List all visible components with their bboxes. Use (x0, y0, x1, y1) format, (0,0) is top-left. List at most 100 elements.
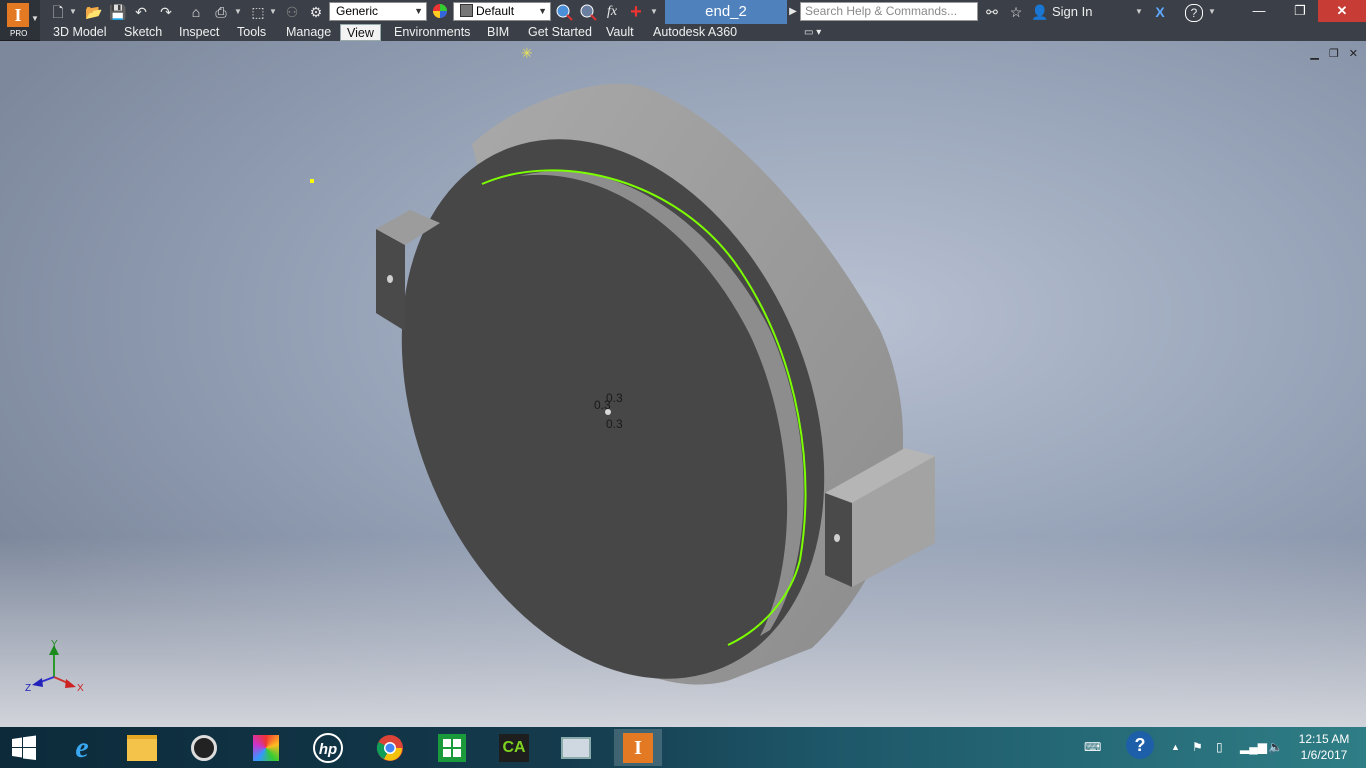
tab-tools[interactable]: Tools (237, 24, 266, 41)
chevron-down-icon[interactable]: ▼ (1134, 3, 1144, 21)
tab-view[interactable]: View (340, 24, 381, 41)
material-dropdown[interactable]: Default ▼ (453, 2, 551, 21)
chevron-down-icon[interactable]: ▼ (268, 3, 278, 21)
ribbon-display-options-icon[interactable]: ▭ ▾ (804, 24, 821, 41)
clock-date: 1/6/2017 (1300, 748, 1348, 762)
right-lug-hole[interactable] (834, 534, 840, 542)
ribbon-tab-bar: 3D Model Sketch Inspect Tools Manage Vie… (40, 24, 1366, 41)
left-lug-hole[interactable] (387, 275, 393, 283)
taskbar-camtasia[interactable]: CA (490, 729, 538, 766)
folder-icon (127, 734, 157, 761)
taskbar-file-explorer[interactable] (118, 729, 166, 766)
chevron-down-icon: ▼ (414, 6, 423, 16)
chevron-down-icon: ▼ (538, 6, 547, 16)
axis-triad: Y X Z (25, 639, 84, 694)
select-icon[interactable]: ⬚ (248, 3, 268, 21)
taskbar-internet-explorer[interactable]: e (58, 729, 106, 766)
open-folder-icon[interactable]: 📂 (84, 3, 104, 21)
taskbar-puzzle-app[interactable] (242, 729, 290, 766)
taskbar-webcam[interactable] (180, 729, 228, 766)
tab-bim[interactable]: BIM (487, 24, 509, 41)
chevron-down-icon: ▼ (31, 14, 39, 23)
battery-icon[interactable]: ▯ (1216, 727, 1223, 768)
action-center-flag-icon[interactable]: ⚑ (1192, 727, 1203, 768)
volume-icon[interactable]: 🔈 (1268, 727, 1283, 768)
save-icon[interactable]: 💾 (108, 3, 128, 21)
puzzle-icon (253, 734, 279, 761)
application-menu-button[interactable]: I PRO ▼ (0, 0, 40, 40)
windows-taskbar: e hp CA I ⌨ ? ▲ ⚑ ▯ ▂▄▆ 🔈 12:15 AM 1/6/2… (0, 727, 1366, 768)
z-axis-label: Z (25, 683, 31, 694)
windows-logo-icon (12, 735, 36, 760)
network-signal-icon[interactable]: ▂▄▆ (1240, 727, 1267, 768)
system-clock[interactable]: 12:15 AM 1/6/2017 (1294, 731, 1354, 763)
close-window-icon[interactable]: ✕ (1318, 0, 1366, 22)
new-file-icon[interactable]: 🗋 (48, 3, 68, 21)
clear-appearance-icon[interactable] (578, 3, 598, 21)
x-axis-label: X (77, 683, 84, 694)
center-point-marker (605, 409, 611, 415)
project-icon[interactable]: ⚇ (282, 3, 302, 21)
taskbar-hp[interactable]: hp (304, 729, 352, 766)
crosshair-cursor-icon: ✳ (521, 45, 533, 61)
taskbar-store[interactable] (428, 729, 476, 766)
help-tray-icon[interactable]: ? (1126, 727, 1154, 768)
inventor-icon: I (623, 732, 653, 763)
chevron-down-icon[interactable]: ▼ (233, 3, 243, 21)
chevron-down-icon[interactable]: ▼ (1207, 3, 1217, 21)
taskbar-chrome[interactable] (366, 729, 414, 766)
camtasia-icon: CA (499, 733, 529, 762)
y-axis-label: Y (51, 639, 58, 650)
search-binoculars-icon[interactable]: ⚯ (982, 3, 1002, 21)
tab-get-started[interactable]: Get Started (528, 24, 592, 41)
restore-window-icon[interactable]: ❐ (1282, 0, 1318, 22)
touch-keyboard-icon[interactable]: ⌨ (1084, 727, 1101, 768)
edition-label: PRO (10, 29, 28, 38)
minimize-window-icon[interactable]: — (1240, 0, 1278, 22)
print-icon[interactable]: ⎙ (211, 3, 231, 21)
start-button[interactable] (0, 729, 48, 766)
inventor-logo-icon: I (7, 3, 29, 27)
color-wheel-icon[interactable] (430, 3, 450, 21)
tab-environments[interactable]: Environments (394, 24, 470, 41)
taskbar-inventor[interactable]: I (614, 729, 662, 766)
home-icon[interactable]: ⌂ (186, 3, 206, 21)
graphics-viewport[interactable]: ▁ ❐ ✕ ✳ 0.3 0.3 0.3 Y X Z (0, 41, 1366, 727)
document-title: end_2 (665, 0, 787, 24)
tab-3d-model[interactable]: 3D Model (53, 24, 107, 41)
favorites-star-icon[interactable]: ☆ (1006, 3, 1026, 21)
user-icon[interactable]: 👤 (1030, 3, 1050, 21)
tab-sketch[interactable]: Sketch (124, 24, 162, 41)
webcam-icon (191, 734, 217, 761)
adjust-appearance-icon[interactable] (554, 3, 574, 21)
search-input[interactable]: Search Help & Commands... (800, 2, 978, 21)
chevron-right-icon[interactable]: ▶ (787, 3, 799, 21)
material-swatch-icon (460, 4, 473, 17)
3d-model-render[interactable]: 0.3 0.3 0.3 (0, 41, 1366, 727)
show-hidden-icons-icon[interactable]: ▲ (1171, 727, 1180, 768)
tab-inspect[interactable]: Inspect (179, 24, 219, 41)
monitor-icon (561, 736, 591, 759)
add-icon[interactable]: + (626, 2, 646, 22)
tab-vault[interactable]: Vault (606, 24, 634, 41)
dimension-label[interactable]: 0.3 (606, 417, 623, 431)
ie-icon: e (75, 730, 89, 764)
minimize-view-icon[interactable]: ▁ (1310, 48, 1318, 60)
fx-parameters-icon[interactable]: fx (602, 3, 622, 21)
settings-icon[interactable]: ⚙ (306, 3, 326, 21)
appearance-dropdown[interactable]: Generic ▼ (329, 2, 427, 21)
customize-quick-access-icon[interactable]: ▼ (649, 3, 659, 21)
help-icon[interactable]: ? (1184, 3, 1204, 22)
exchange-apps-icon[interactable]: X (1150, 3, 1170, 21)
tab-autodesk-a360[interactable]: Autodesk A360 (653, 24, 737, 41)
chevron-down-icon[interactable]: ▼ (68, 3, 78, 21)
taskbar-task-manager[interactable] (552, 729, 600, 766)
close-view-icon[interactable]: ✕ (1349, 48, 1358, 60)
clock-time: 12:15 AM (1298, 732, 1350, 746)
restore-view-icon[interactable]: ❐ (1329, 48, 1339, 60)
store-icon (438, 733, 466, 762)
tab-manage[interactable]: Manage (286, 24, 331, 41)
undo-icon[interactable]: ↶ (131, 3, 151, 21)
sign-in-button[interactable]: Sign In (1052, 3, 1092, 21)
redo-icon[interactable]: ↷ (156, 3, 176, 21)
